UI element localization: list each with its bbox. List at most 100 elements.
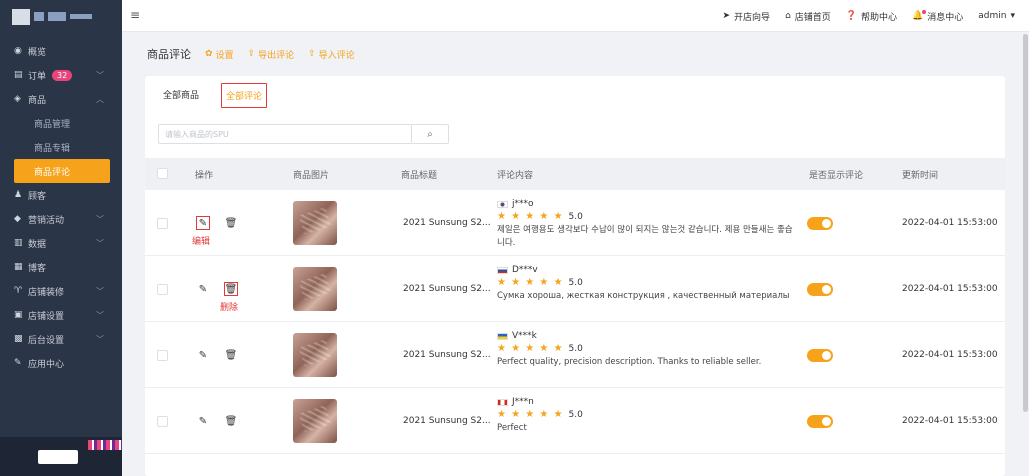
product-title[interactable]: 2021 Sunsung S2... xyxy=(403,284,491,294)
page-scrollbar[interactable] xyxy=(1023,34,1028,412)
select-all-checkbox[interactable] xyxy=(157,168,168,179)
table-header: 操作 商品图片 商品标题 评论内容 是否显示评论 更新时间 xyxy=(145,158,1005,190)
search-button[interactable]: ⌕ xyxy=(412,124,449,144)
sidebar-item[interactable]: ✎ 应用中心 xyxy=(0,351,122,375)
product-image[interactable] xyxy=(293,267,337,311)
sidebar-item-label: 商品 xyxy=(28,95,47,106)
logo-bar xyxy=(48,12,66,21)
delete-button[interactable]: 🗑 xyxy=(224,414,238,428)
topnav-link[interactable]: ⌂ 店铺首页 xyxy=(785,10,831,23)
dashboard-icon: ◉ xyxy=(14,46,22,56)
topnav-link[interactable]: ❓ 帮助中心 xyxy=(846,10,897,23)
delete-button[interactable]: 🗑 xyxy=(224,348,238,362)
show-review-toggle[interactable] xyxy=(807,415,833,428)
sidebar-item[interactable]: ◆ 营销活动 ﹀ xyxy=(0,207,122,231)
menu-toggle-icon[interactable]: ≡ xyxy=(130,8,140,22)
customer-icon: ♟ xyxy=(14,190,23,200)
review-user: J***n xyxy=(497,396,797,408)
search-input[interactable] xyxy=(158,124,412,144)
store-switcher[interactable] xyxy=(0,437,122,476)
sidebar-subitem[interactable]: 商品专辑 xyxy=(0,135,122,159)
trash-icon: 🗑 xyxy=(224,349,238,361)
chevron-down-icon: ﹀ xyxy=(96,70,104,80)
logo-bar xyxy=(34,12,44,21)
sidebar: ◉ 概览 ▤ 订单 32 ﹀ ◈ 商品 ︿ 商品管理 商品专辑 商品评论 ♟ 顾客 ◆ 营销活动 ﹀ ▥ 数据 ﹀ ▦ 博… xyxy=(0,0,122,476)
sidebar-item-label: 顾客 xyxy=(28,191,47,202)
content-card: 全部商品全部评论 ⌕ 操作 商品图片 商品标题 评论内容 是否显示评论 更新时间 ✎ 🗑 编辑… xyxy=(145,76,1005,476)
topnav-label: 店铺首页 xyxy=(794,12,831,23)
sidebar-subitem-label: 商品专辑 xyxy=(34,143,71,154)
show-review-toggle[interactable] xyxy=(807,217,833,230)
topnav-label: 帮助中心 xyxy=(861,12,898,23)
reviewer-name: j***o xyxy=(512,199,534,209)
sidebar-subitem[interactable]: 商品管理 xyxy=(0,111,122,135)
rating-stars: ★ ★ ★ ★ ★ 5.0 xyxy=(497,277,583,288)
product-title[interactable]: 2021 Sunsung S2... xyxy=(403,350,491,360)
table-row: ✎ 🗑 编辑 2021 Sunsung S2... j***o ★ ★ ★ ★ ★ 5.0 제… xyxy=(145,190,1005,256)
logo[interactable] xyxy=(0,0,122,33)
sidebar-item-label: 应用中心 xyxy=(28,359,65,370)
trash-icon: 🗑 xyxy=(224,415,238,427)
sidebar-item[interactable]: ♈ 店铺装修 ﹀ xyxy=(0,279,122,303)
sidebar-item[interactable]: ▥ 数据 ﹀ xyxy=(0,231,122,255)
row-checkbox[interactable] xyxy=(157,416,168,427)
orders-icon: ▤ xyxy=(14,70,23,80)
tab-item[interactable]: 全部评论 xyxy=(221,83,268,108)
topnav-link[interactable]: 🔔 消息中心 xyxy=(912,10,963,23)
review-text: Сумка хороша, жесткая конструкция , каче… xyxy=(497,291,790,301)
bell-icon: 🔔 xyxy=(912,10,927,21)
edit-button[interactable]: ✎ xyxy=(196,414,210,428)
review-text: Perfect xyxy=(497,423,527,433)
column-header: 是否显示评论 xyxy=(809,171,864,181)
header-action-button[interactable]: ⇪ 导出评论 xyxy=(248,48,295,61)
blog-icon: ▦ xyxy=(14,262,23,272)
product-image[interactable] xyxy=(293,201,337,245)
product-title[interactable]: 2021 Sunsung S2... xyxy=(403,416,491,426)
show-review-toggle[interactable] xyxy=(807,349,833,362)
user-menu[interactable]: admin ▾ xyxy=(978,11,1015,21)
sidebar-item-label: 店铺设置 xyxy=(28,311,65,322)
delete-button[interactable]: 🗑 xyxy=(224,282,238,296)
delete-annotation: 删除 xyxy=(220,303,239,313)
sidebar-item[interactable]: ♟ 顾客 xyxy=(0,183,122,207)
logo-mark-icon xyxy=(12,8,30,25)
sidebar-item[interactable]: ▩ 后台设置 ﹀ xyxy=(0,327,122,351)
edit-button[interactable]: ✎ xyxy=(196,348,210,362)
header-action-button[interactable]: ⇪ 导入评论 xyxy=(308,48,355,61)
topnav-label: 消息中心 xyxy=(927,12,964,23)
pencil-icon: ✎ xyxy=(198,349,208,361)
sidebar-item[interactable]: ▦ 博客 xyxy=(0,255,122,279)
edit-button[interactable]: ✎ xyxy=(196,216,210,230)
chevron-down-icon: ﹀ xyxy=(96,238,104,248)
product-title[interactable]: 2021 Sunsung S2... xyxy=(403,218,491,228)
column-header: 评论内容 xyxy=(497,171,534,181)
sidebar-subitem[interactable]: 商品评论 xyxy=(14,159,110,183)
top-nav: ➤ 开店向导 ⌂ 店铺首页 ❓ 帮助中心 🔔 消息中心 admin ▾ xyxy=(723,0,1015,32)
sidebar-item[interactable]: ▤ 订单 32 ﹀ xyxy=(0,63,122,87)
chevron-down-icon: ﹀ xyxy=(96,214,104,224)
user-name: admin xyxy=(978,11,1007,21)
store-logo-icon xyxy=(88,440,122,450)
row-checkbox[interactable] xyxy=(157,350,168,361)
header-action-label: 导入评论 xyxy=(318,50,355,61)
tab-item[interactable]: 全部商品 xyxy=(159,83,203,108)
product-image[interactable] xyxy=(293,333,337,377)
header-action-button[interactable]: ✿ 设置 xyxy=(205,48,234,61)
sidebar-item[interactable]: ◈ 商品 ︿ xyxy=(0,87,122,111)
delete-button[interactable]: 🗑 xyxy=(224,216,238,230)
top-bar: ≡ ➤ 开店向导 ⌂ 店铺首页 ❓ 帮助中心 🔔 消息中心 admin ▾ xyxy=(122,0,1029,32)
sidebar-item[interactable]: ◉ 概览 xyxy=(0,39,122,63)
sidebar-item-label: 订单 xyxy=(28,71,47,82)
review-text: 제일은 여행용도 생각보다 수납이 많이 되지는 않는것 같습니다. 제용 만들… xyxy=(497,225,793,248)
table-row: ✎ 🗑 删除 2021 Sunsung S2... D***v ★ ★ ★ ★ ★ 5.0 С… xyxy=(145,256,1005,322)
sidebar-item-label: 后台设置 xyxy=(28,335,65,346)
product-image[interactable] xyxy=(293,399,337,443)
edit-button[interactable]: ✎ xyxy=(196,282,210,296)
row-checkbox[interactable] xyxy=(157,284,168,295)
sidebar-item-label: 店铺装修 xyxy=(28,287,65,298)
row-checkbox[interactable] xyxy=(157,218,168,229)
sidebar-item[interactable]: ▣ 店铺设置 ﹀ xyxy=(0,303,122,327)
show-review-toggle[interactable] xyxy=(807,283,833,296)
topnav-link[interactable]: ➤ 开店向导 xyxy=(723,10,771,23)
review-content: V***k ★ ★ ★ ★ ★ 5.0 Perfect quality, precis… xyxy=(497,330,797,369)
